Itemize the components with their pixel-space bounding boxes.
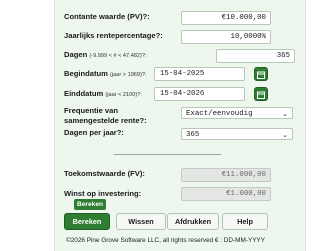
annual-rate-input[interactable]: 10,0000% bbox=[181, 30, 271, 44]
annual-rate-label: Jaarlijks rentepercentage?: bbox=[64, 31, 163, 40]
days-per-year-value: 365 bbox=[186, 131, 200, 139]
start-date-label: Begindatum bbox=[64, 69, 108, 78]
chevron-down-icon: ⌄ bbox=[282, 110, 288, 118]
calendar-icon bbox=[257, 91, 265, 99]
chevron-down-icon: ⌄ bbox=[282, 131, 288, 139]
days-per-year-label: Dagen per jaar?: bbox=[64, 128, 124, 137]
clear-button[interactable]: Wissen bbox=[116, 213, 166, 230]
present-value-input[interactable]: €10.000,00 bbox=[181, 11, 271, 25]
start-date-label-row: Begindatum (jaar > 1969)?: bbox=[64, 69, 147, 80]
profit-output: €1.000,00 bbox=[181, 187, 271, 201]
days-input[interactable]: 365 bbox=[216, 49, 295, 63]
compounding-select[interactable]: Exact/eenvoudig ⌄ bbox=[181, 107, 293, 119]
future-value-label: Toekomstwaarde (FV): bbox=[64, 169, 145, 178]
calendar-icon bbox=[257, 71, 265, 79]
end-date-hint: (jaar < 2100)?: bbox=[105, 92, 142, 98]
calculate-tooltip: Bereken bbox=[74, 199, 106, 210]
help-button[interactable]: Help bbox=[222, 213, 268, 230]
days-hint: (-9.999 < # < 47.482)?: bbox=[89, 53, 147, 59]
start-date-input[interactable]: 15-04-2025 bbox=[154, 67, 245, 81]
start-date-hint: (jaar > 1969)?: bbox=[110, 72, 147, 78]
start-date-calendar-button[interactable] bbox=[254, 67, 268, 81]
days-label-row: Dagen (-9.999 < # < 47.482)?: bbox=[64, 50, 147, 61]
days-label: Dagen bbox=[64, 50, 88, 59]
days-per-year-select[interactable]: 365 ⌄ bbox=[181, 128, 293, 140]
print-button[interactable]: Afdrukken bbox=[167, 213, 219, 230]
end-date-label: Einddatum bbox=[64, 89, 104, 98]
calculate-button[interactable]: Bereken bbox=[64, 213, 110, 230]
divider bbox=[114, 154, 221, 155]
compounding-value: Exact/eenvoudig bbox=[186, 110, 253, 118]
end-date-calendar-button[interactable] bbox=[254, 87, 268, 101]
end-date-input[interactable]: 15-04-2026 bbox=[154, 87, 245, 101]
profit-label: Winst op investering: bbox=[64, 189, 142, 198]
compounding-label: Frequentie van samengestelde rente?: bbox=[64, 106, 147, 125]
future-value-output: €11.000,00 bbox=[181, 168, 271, 182]
end-date-label-row: Einddatum (jaar < 2100)?: bbox=[64, 89, 142, 100]
present-value-label: Contante waarde (PV)?: bbox=[64, 12, 150, 21]
copyright-footer: ©2026 Pine Grove Software LLC, all right… bbox=[66, 237, 265, 244]
